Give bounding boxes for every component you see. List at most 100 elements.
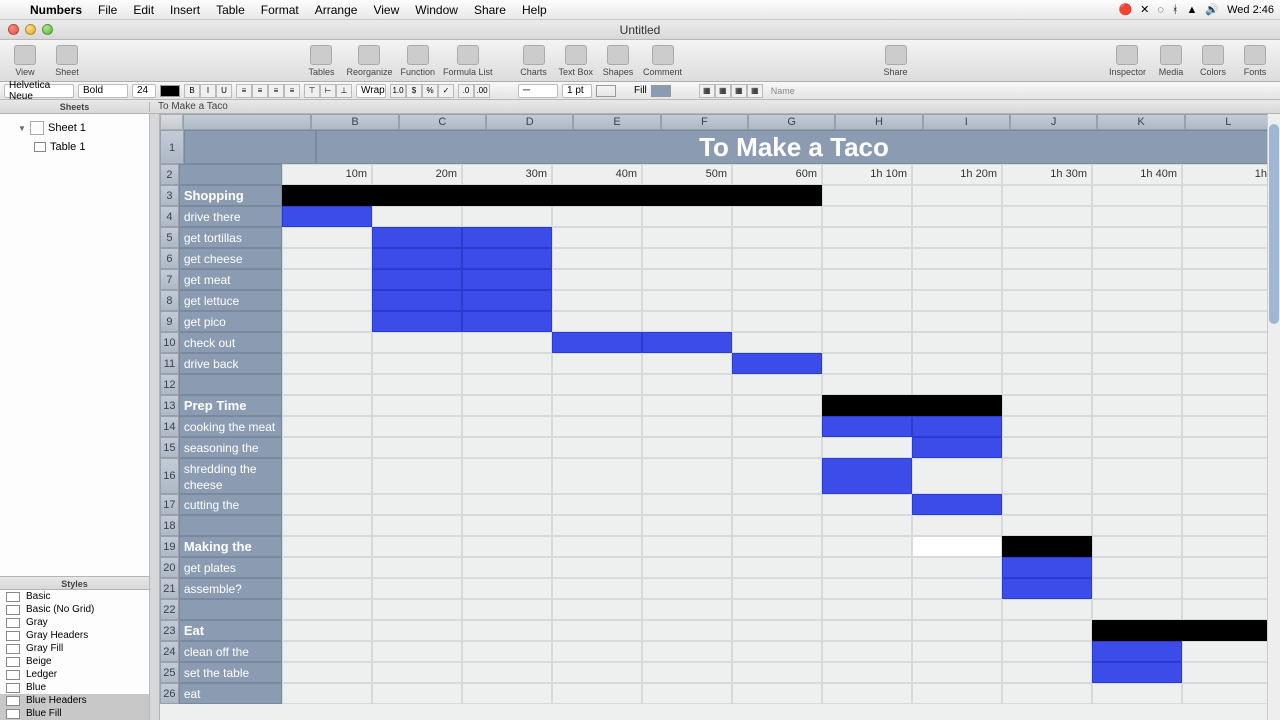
cell[interactable] [372, 269, 462, 290]
cell[interactable] [1182, 353, 1272, 374]
cell[interactable] [912, 353, 1002, 374]
cell[interactable] [1002, 620, 1092, 641]
row-header-3[interactable]: 3 [160, 185, 179, 206]
cell[interactable] [822, 662, 912, 683]
cell[interactable] [372, 185, 462, 206]
cell[interactable] [372, 395, 462, 416]
cell[interactable] [282, 599, 372, 620]
col-header-G[interactable]: G [748, 114, 835, 130]
row-header-23[interactable]: 23 [160, 620, 179, 641]
cell[interactable] [282, 620, 372, 641]
cell[interactable] [1002, 353, 1092, 374]
cell[interactable] [912, 494, 1002, 515]
cell[interactable] [462, 515, 552, 536]
cell[interactable] [822, 353, 912, 374]
cell[interactable] [552, 620, 642, 641]
row-label[interactable]: cooking the meat [179, 416, 282, 437]
cell[interactable] [642, 683, 732, 704]
cell[interactable] [732, 683, 822, 704]
row-header-19[interactable]: 19 [160, 536, 179, 557]
cell[interactable] [1002, 416, 1092, 437]
cell[interactable] [552, 578, 642, 599]
cell[interactable] [732, 374, 822, 395]
cell[interactable] [1182, 599, 1272, 620]
cell[interactable] [372, 248, 462, 269]
cell[interactable] [1092, 374, 1182, 395]
cell[interactable] [1182, 185, 1272, 206]
cell[interactable] [282, 248, 372, 269]
cell[interactable] [1182, 683, 1272, 704]
time-header-cell[interactable]: 1h 20m [912, 164, 1002, 185]
spreadsheet-canvas[interactable]: BCDEFGHIJKL1To Make a Taco210m20m30m40m5… [150, 114, 1280, 720]
cell[interactable] [822, 206, 912, 227]
cell[interactable] [372, 515, 462, 536]
toolbar-comment[interactable]: Comment [643, 45, 682, 77]
cell[interactable] [552, 458, 642, 494]
cell[interactable] [822, 248, 912, 269]
cell[interactable] [1092, 416, 1182, 437]
menu-format[interactable]: Format [253, 3, 307, 17]
style-gray-headers[interactable]: Gray Headers [0, 629, 149, 642]
style-buttons[interactable]: BIU [184, 84, 232, 98]
cell[interactable] [282, 332, 372, 353]
cell[interactable] [552, 353, 642, 374]
cell[interactable] [642, 620, 732, 641]
row-label[interactable]: clean off the table [179, 641, 282, 662]
size-select[interactable]: 24 [132, 84, 156, 98]
row-label[interactable]: check out [179, 332, 282, 353]
cell[interactable] [1092, 494, 1182, 515]
cell[interactable] [552, 248, 642, 269]
cell[interactable] [912, 662, 1002, 683]
cell[interactable] [462, 437, 552, 458]
cell[interactable] [822, 437, 912, 458]
clock[interactable]: Wed 2:46 [1227, 4, 1274, 16]
cell[interactable] [642, 599, 732, 620]
cell[interactable] [822, 374, 912, 395]
cell[interactable] [282, 311, 372, 332]
cell[interactable] [372, 536, 462, 557]
cell[interactable] [372, 557, 462, 578]
cell[interactable] [1002, 311, 1092, 332]
cell[interactable] [552, 494, 642, 515]
table-item[interactable]: Table 1 [0, 138, 149, 156]
row-label[interactable]: eat [179, 683, 282, 704]
disclosure-triangle-icon[interactable]: ▼ [18, 124, 26, 133]
row-header-5[interactable]: 5 [160, 227, 179, 248]
row-header-9[interactable]: 9 [160, 311, 179, 332]
cell[interactable] [462, 311, 552, 332]
toolbar-text-box[interactable]: Text Box [559, 45, 594, 77]
cell[interactable] [732, 290, 822, 311]
cell[interactable] [822, 269, 912, 290]
time-header-cell[interactable]: 1h [1182, 164, 1272, 185]
cell[interactable] [1182, 620, 1272, 641]
cell[interactable] [642, 311, 732, 332]
row-header-8[interactable]: 8 [160, 290, 179, 311]
row-label[interactable]: set the table [179, 662, 282, 683]
cell[interactable] [912, 206, 1002, 227]
cell[interactable] [732, 332, 822, 353]
cell[interactable] [912, 248, 1002, 269]
cell[interactable] [1002, 515, 1092, 536]
valign-buttons[interactable]: ⊤⊢⊥ [304, 84, 352, 98]
cell[interactable] [1092, 311, 1182, 332]
row-label[interactable]: get pico [179, 311, 282, 332]
cell[interactable] [552, 206, 642, 227]
cell[interactable] [822, 290, 912, 311]
row-header-7[interactable]: 7 [160, 269, 179, 290]
cell[interactable] [642, 206, 732, 227]
row-header-14[interactable]: 14 [160, 416, 179, 437]
cell[interactable] [822, 578, 912, 599]
cell[interactable] [822, 185, 912, 206]
col-header-D[interactable]: D [486, 114, 573, 130]
cell[interactable] [372, 332, 462, 353]
cell[interactable] [1182, 416, 1272, 437]
cell[interactable] [1092, 458, 1182, 494]
style-beige[interactable]: Beige [0, 655, 149, 668]
cell[interactable] [732, 311, 822, 332]
cell[interactable] [462, 185, 552, 206]
cell[interactable] [822, 395, 912, 416]
cell[interactable] [912, 515, 1002, 536]
font-select[interactable]: Helvetica Neue [4, 84, 74, 98]
cell[interactable] [1092, 290, 1182, 311]
cell[interactable] [822, 536, 912, 557]
